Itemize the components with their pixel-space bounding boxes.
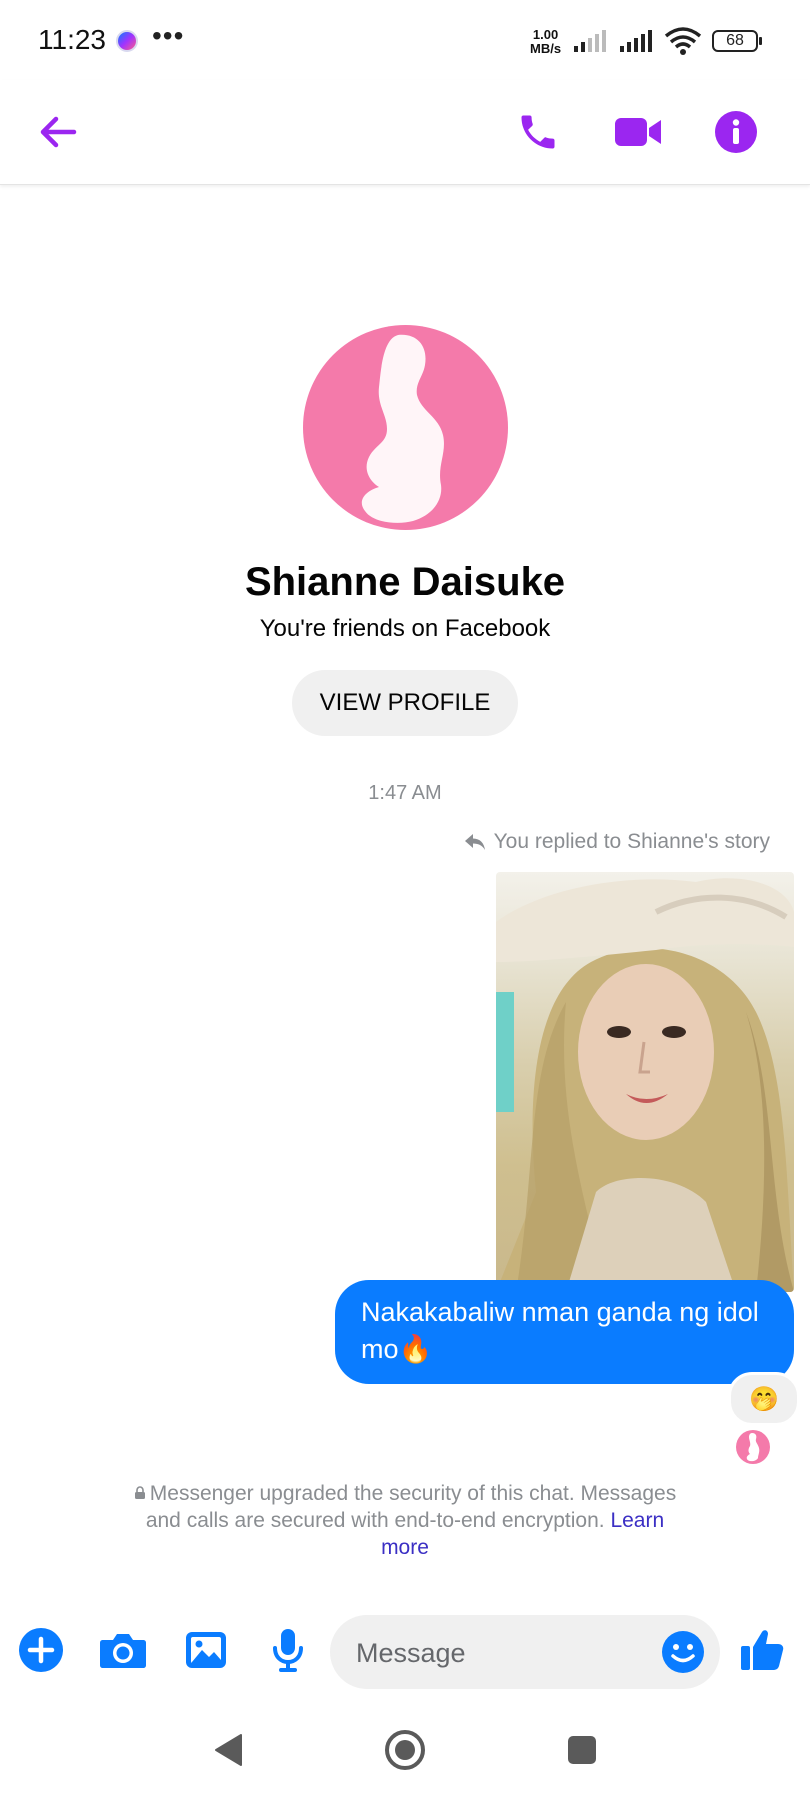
- emoji-button[interactable]: [660, 1629, 706, 1675]
- contact-avatar[interactable]: [303, 325, 508, 530]
- message-input[interactable]: [354, 1615, 658, 1691]
- signal-strength-icon: [620, 30, 652, 52]
- status-bar: 11:23 ••• 1.00 MB/s 68: [0, 0, 810, 80]
- lock-icon: [134, 1486, 145, 1499]
- emoji-icon: [662, 1631, 704, 1673]
- reply-arrow-icon: [464, 834, 485, 850]
- story-image[interactable]: [496, 872, 794, 1292]
- status-clock: 11:23: [38, 24, 106, 55]
- outgoing-message-bubble[interactable]: Nakakabaliw nman ganda ng idol mo🔥: [335, 1280, 794, 1384]
- story-reply-note: You replied to Shianne's story: [460, 830, 770, 854]
- avatar-silhouette: [361, 334, 444, 523]
- gallery-button[interactable]: [178, 1622, 234, 1678]
- info-icon: [715, 111, 757, 153]
- back-arrow-icon: [40, 116, 77, 148]
- more-actions-button[interactable]: [13, 1622, 69, 1678]
- nav-back-button[interactable]: [198, 1720, 258, 1780]
- nav-recents-button[interactable]: [552, 1720, 612, 1780]
- message-timestamp: 1:47 AM: [368, 782, 442, 804]
- wifi-icon: [664, 27, 702, 55]
- network-speed-value: 1.00: [532, 27, 559, 42]
- network-speed: 1.00 MB/s: [530, 28, 561, 56]
- plus-icon: [19, 1628, 63, 1672]
- voice-call-button[interactable]: [508, 102, 568, 162]
- contact-name: Shianne Daisuke: [244, 560, 566, 604]
- video-call-button[interactable]: [608, 102, 668, 162]
- message-reaction[interactable]: 🤭: [728, 1372, 800, 1426]
- camera-icon: [100, 1634, 146, 1668]
- messenger-notification-icon: [116, 30, 138, 52]
- camera-button[interactable]: [95, 1622, 151, 1678]
- home-circle-icon: [385, 1730, 425, 1770]
- view-profile-button[interactable]: VIEW PROFILE: [292, 670, 518, 736]
- fire-emoji: 🔥: [398, 1334, 433, 1364]
- gallery-icon: [186, 1632, 226, 1668]
- more-notifications-icon: •••: [152, 20, 185, 51]
- friendship-status: You're friends on Facebook: [259, 615, 551, 642]
- network-speed-unit: MB/s: [530, 41, 562, 56]
- back-triangle-icon: [215, 1734, 242, 1766]
- conversation-info-button[interactable]: [706, 102, 766, 162]
- avatar-silhouette: [746, 1433, 760, 1462]
- voice-message-button[interactable]: [260, 1622, 316, 1678]
- nav-home-button[interactable]: [375, 1720, 435, 1780]
- encryption-text: Messenger upgraded the security of this …: [145, 1482, 677, 1532]
- phone-icon: [521, 115, 555, 149]
- chat-header: [0, 80, 810, 185]
- recents-square-icon: [568, 1736, 596, 1764]
- signal-strength-icon: [574, 30, 606, 52]
- video-call-icon: [615, 118, 661, 146]
- battery-level: 68: [712, 30, 758, 52]
- seen-indicator-avatar: [736, 1430, 770, 1464]
- story-photo: [496, 878, 794, 1292]
- battery-cap: [759, 37, 762, 45]
- like-button[interactable]: [734, 1622, 790, 1678]
- message-input-container: [330, 1615, 720, 1691]
- story-reply-label: You replied to Shianne's story: [493, 830, 770, 853]
- microphone-icon: [273, 1629, 303, 1672]
- back-button[interactable]: [28, 102, 88, 162]
- thumbs-up-icon: [741, 1630, 784, 1670]
- encryption-notice: Messenger upgraded the security of this …: [120, 1480, 690, 1561]
